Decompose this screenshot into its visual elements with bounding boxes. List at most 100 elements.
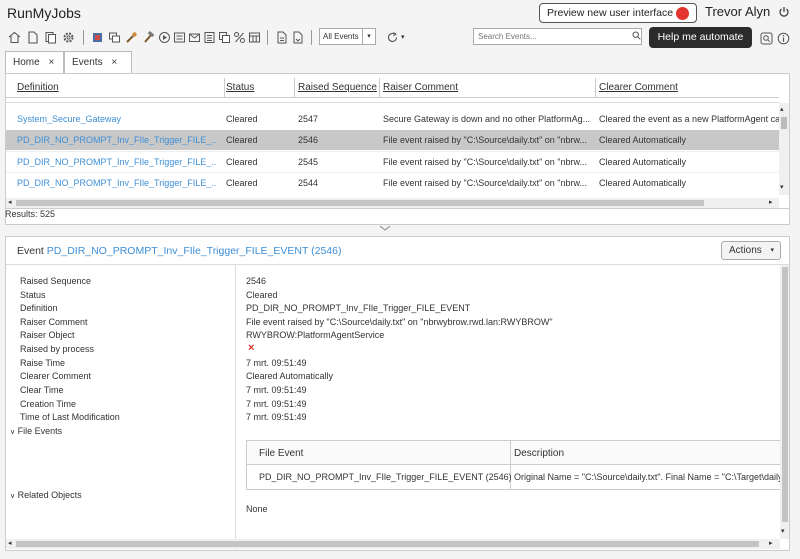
preview-button-label: Preview new user interface bbox=[547, 7, 674, 19]
search-events-input[interactable] bbox=[473, 28, 642, 45]
row-clearer-comment: Cleared Automatically bbox=[599, 135, 687, 145]
column-header-file-event[interactable]: File Event bbox=[259, 448, 303, 459]
column-header-raiser-comment[interactable]: Raiser Comment bbox=[383, 82, 458, 93]
row-status: Cleared bbox=[226, 157, 258, 167]
tools-icon[interactable] bbox=[125, 31, 138, 44]
column-separator[interactable] bbox=[224, 78, 225, 98]
column-separator[interactable] bbox=[294, 78, 295, 98]
column-header-raised-sequence[interactable]: Raised Sequence bbox=[298, 82, 377, 93]
related-objects-value: None bbox=[246, 504, 268, 514]
column-header-clearer-comment[interactable]: Clearer Comment bbox=[599, 82, 678, 93]
scroll-right-icon[interactable]: ▸ bbox=[769, 539, 773, 547]
detail-title-link[interactable]: PD_DIR_NO_PROMPT_Inv_FIle_Trigger_FILE_E… bbox=[47, 245, 342, 257]
label-last-modification: Time of Last Modification bbox=[20, 412, 120, 422]
chevron-down-icon[interactable]: ▾ bbox=[362, 29, 375, 44]
file-events-table: File Event Description PD_DIR_NO_PROMPT_… bbox=[246, 440, 787, 490]
value-raised-sequence: 2546 bbox=[246, 276, 267, 286]
file-event-value[interactable]: PD_DIR_NO_PROMPT_Inv_FIle_Trigger_FILE_E… bbox=[259, 472, 512, 482]
tab-home-label: Home bbox=[13, 57, 40, 68]
preview-badge-icon bbox=[676, 7, 689, 20]
row-definition[interactable]: PD_DIR_NO_PROMPT_Inv_FIle_Trigger_FILE_.… bbox=[17, 178, 217, 188]
row-sequence: 2547 bbox=[298, 114, 319, 124]
help-me-automate-button[interactable]: Help me automate bbox=[649, 27, 752, 48]
export-icon[interactable] bbox=[291, 31, 304, 44]
preview-new-ui-button[interactable]: Preview new user interface bbox=[539, 3, 697, 23]
list-icon[interactable] bbox=[203, 31, 216, 44]
scroll-down-icon[interactable]: ▾ bbox=[780, 183, 784, 191]
close-icon[interactable]: × bbox=[48, 57, 54, 68]
related-objects-toggle[interactable]: ∨ Related Objects bbox=[10, 490, 82, 500]
label-definition: Definition bbox=[20, 303, 58, 313]
column-header-description[interactable]: Description bbox=[514, 448, 564, 459]
scroll-up-icon[interactable]: ▴ bbox=[780, 105, 784, 113]
refresh-icon[interactable] bbox=[386, 31, 399, 44]
search-icon[interactable] bbox=[632, 31, 641, 40]
detail-horizontal-scrollbar[interactable]: ◂ ▸ bbox=[6, 539, 780, 549]
table-row[interactable]: System_Secure_Gateway Cleared 2547 Secur… bbox=[6, 109, 779, 129]
value-raiser-object-link[interactable]: RWYBROW:PlatformAgentService bbox=[246, 330, 384, 340]
play-circle-icon[interactable] bbox=[158, 31, 171, 44]
value-raise-time: 7 mrt. 09:51:49 bbox=[246, 358, 307, 368]
info-icon[interactable] bbox=[777, 32, 790, 45]
actions-button-label: Actions bbox=[729, 245, 762, 256]
documents-icon[interactable] bbox=[44, 31, 57, 44]
value-definition-link[interactable]: PD_DIR_NO_PROMPT_Inv_FIle_Trigger_FILE_E… bbox=[246, 303, 470, 313]
events-filter-select[interactable]: All Events ▾ bbox=[319, 28, 376, 45]
table-row[interactable]: PD_DIR_NO_PROMPT_Inv_FIle_Trigger_FILE_.… bbox=[6, 172, 779, 192]
label-raise-time: Raise Time bbox=[20, 358, 66, 368]
report-icon[interactable] bbox=[275, 31, 288, 44]
vertical-scrollbar[interactable]: ▴ ▾ bbox=[779, 103, 789, 195]
gear-icon[interactable] bbox=[62, 31, 75, 44]
value-clear-time: 7 mrt. 09:51:49 bbox=[246, 385, 307, 395]
red-cross-icon: × bbox=[248, 342, 255, 354]
user-name[interactable]: Trevor Alyn bbox=[705, 4, 770, 19]
column-header-definition[interactable]: Definition bbox=[17, 82, 59, 93]
actions-button[interactable]: Actions ▾ bbox=[721, 241, 781, 260]
hammer-icon[interactable] bbox=[142, 31, 155, 44]
detail-vertical-scrollbar[interactable]: ▾ bbox=[780, 265, 789, 539]
file-events-label: File Events bbox=[17, 426, 63, 436]
row-definition[interactable]: System_Secure_Gateway bbox=[17, 114, 217, 124]
scrollbar-thumb[interactable] bbox=[782, 267, 788, 522]
scrollbar-thumb[interactable] bbox=[16, 200, 704, 206]
close-icon[interactable]: × bbox=[111, 57, 117, 68]
row-definition[interactable]: PD_DIR_NO_PROMPT_Inv_FIle_Trigger_FILE_.… bbox=[17, 135, 217, 145]
copy-icon[interactable] bbox=[218, 31, 231, 44]
table-row[interactable]: PD_DIR_NO_PROMPT_Inv_FIle_Trigger_FILE_.… bbox=[6, 151, 779, 171]
form-icon[interactable] bbox=[173, 31, 186, 44]
search-box-icon[interactable] bbox=[760, 32, 773, 45]
label-status: Status bbox=[20, 290, 46, 300]
scroll-left-icon[interactable]: ◂ bbox=[8, 198, 12, 206]
column-separator[interactable] bbox=[379, 78, 380, 98]
row-definition[interactable]: PD_DIR_NO_PROMPT_Inv_FIle_Trigger_FILE_.… bbox=[17, 157, 217, 167]
tab-events[interactable]: Events × bbox=[64, 51, 132, 74]
table-icon[interactable] bbox=[248, 31, 261, 44]
refresh-dropdown-icon[interactable]: ▾ bbox=[401, 33, 414, 46]
row-raiser-comment: File event raised by "C:\Source\daily.tx… bbox=[383, 157, 588, 167]
new-document-icon[interactable] bbox=[26, 31, 39, 44]
column-separator[interactable] bbox=[595, 78, 596, 98]
tab-home[interactable]: Home × bbox=[5, 51, 64, 73]
detail-title-prefix: Event bbox=[17, 245, 47, 257]
scroll-left-icon[interactable]: ◂ bbox=[8, 539, 12, 547]
row-status: Cleared bbox=[226, 135, 258, 145]
related-objects-label: Related Objects bbox=[17, 490, 82, 500]
home-icon[interactable] bbox=[8, 31, 21, 44]
percent-icon[interactable] bbox=[233, 31, 246, 44]
scroll-down-icon[interactable]: ▾ bbox=[781, 527, 785, 535]
file-events-toggle[interactable]: ∨ File Events bbox=[10, 426, 62, 436]
scrollbar-thumb[interactable] bbox=[16, 541, 759, 547]
column-header-status[interactable]: Status bbox=[226, 82, 254, 93]
windows-icon[interactable] bbox=[108, 31, 121, 44]
collapse-chevron-icon[interactable] bbox=[379, 225, 391, 232]
power-icon[interactable] bbox=[778, 6, 790, 18]
row-status: Cleared bbox=[226, 178, 258, 188]
events-filter-value: All Events bbox=[323, 32, 359, 41]
row-status: Cleared bbox=[226, 114, 258, 124]
scroll-right-icon[interactable]: ▸ bbox=[769, 198, 773, 206]
scheduler-icon[interactable] bbox=[91, 31, 104, 44]
horizontal-scrollbar[interactable]: ◂ ▸ bbox=[6, 198, 779, 208]
scrollbar-thumb[interactable] bbox=[781, 117, 787, 129]
table-row-selected[interactable]: PD_DIR_NO_PROMPT_Inv_FIle_Trigger_FILE_.… bbox=[6, 130, 779, 150]
mail-icon[interactable] bbox=[188, 31, 201, 44]
